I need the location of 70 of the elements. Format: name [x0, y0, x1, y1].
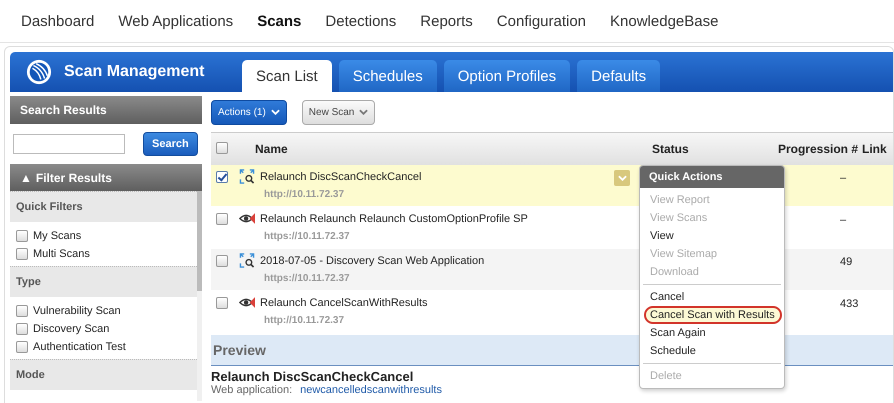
target-url: http://10.11.72.37	[263, 189, 346, 200]
filter-label: My Scans	[33, 230, 82, 242]
sidebar-header: Search Results	[10, 96, 202, 124]
checkbox[interactable]	[16, 248, 28, 260]
nav-link[interactable]: Web Applications	[118, 12, 234, 30]
nav-link[interactable]: Dashboard	[21, 12, 94, 30]
checkbox[interactable]	[216, 142, 228, 154]
menu-item[interactable]: Schedule	[643, 342, 781, 360]
search-field[interactable]	[13, 134, 125, 154]
column-header[interactable]: Status	[652, 142, 689, 156]
filter-section-header: Mode	[10, 359, 197, 390]
checkbox[interactable]	[216, 171, 228, 183]
row-menu-button[interactable]	[614, 170, 630, 186]
web-application-link[interactable]: newcancelledscanwithresults	[300, 384, 442, 396]
scan-name[interactable]: Relaunch DiscScanCheckCancel	[260, 170, 422, 182]
scan-name[interactable]: Relaunch Relaunch Relaunch CustomOptionProfile SP	[260, 212, 528, 224]
checkbox[interactable]	[16, 323, 28, 335]
filter-section-header: Quick Filters	[10, 191, 197, 222]
menu-item[interactable]: View	[643, 227, 781, 245]
target-url: https://10.11.72.37	[263, 231, 351, 242]
tab[interactable]: Scan List	[242, 60, 332, 92]
nav-link[interactable]: KnowledgeBase	[610, 12, 718, 30]
menu-item[interactable]: Cancel Scan with Results	[644, 306, 782, 324]
filter-label: Vulnerability Scan	[33, 305, 121, 317]
checkbox[interactable]	[216, 297, 228, 309]
app-title: Scan Management	[64, 63, 206, 81]
eye-icon	[239, 295, 255, 310]
logo-icon	[26, 59, 52, 85]
magnifier-arrows-icon	[239, 253, 255, 268]
tab[interactable]: Defaults	[577, 60, 660, 92]
filter-label: Multi Scans	[33, 248, 90, 260]
preview-title: Relaunch DiscScanCheckCancel	[211, 369, 414, 384]
field-label: Web application:	[211, 384, 292, 396]
magnifier-arrows-icon	[239, 169, 255, 184]
links-count: –	[840, 214, 846, 226]
column-header[interactable]: Progression #	[778, 142, 858, 156]
caret-icon	[270, 109, 280, 115]
search-button[interactable]: Search	[143, 132, 198, 156]
links-count: –	[840, 172, 846, 184]
checkbox[interactable]	[16, 305, 28, 317]
menu-item[interactable]: Cancel	[643, 288, 781, 306]
nav-link[interactable]: Scans	[257, 12, 302, 30]
eye-icon	[239, 211, 255, 226]
filter-section-header: Type	[10, 266, 197, 297]
sidebar-header[interactable]: ▲ Filter Results	[10, 164, 202, 191]
caret-icon	[618, 175, 626, 181]
filter-label: Discovery Scan	[33, 323, 110, 335]
scan-name[interactable]: 2018-07-05 - Discovery Scan Web Application	[260, 254, 484, 266]
target-url: http://10.11.72.37	[263, 315, 346, 326]
menu-header: Quick Actions	[640, 166, 784, 188]
new-scan-button[interactable]: New Scan	[302, 100, 376, 124]
links-count: 433	[840, 298, 858, 310]
scan-name[interactable]: Relaunch CancelScanWithResults	[260, 296, 428, 308]
checkbox[interactable]	[16, 341, 28, 353]
filter-label: Authentication Test	[33, 341, 126, 353]
checkbox[interactable]	[16, 230, 28, 242]
target-url: https://10.11.72.37	[263, 273, 351, 284]
nav-link[interactable]: Reports	[420, 12, 473, 30]
checkbox[interactable]	[216, 213, 228, 225]
nav-link[interactable]: Configuration	[496, 12, 586, 30]
tab[interactable]: Schedules	[338, 60, 437, 92]
links-count: 49	[840, 256, 852, 268]
tab[interactable]: Option Profiles	[444, 60, 570, 92]
column-header[interactable]: Link	[862, 142, 887, 156]
caret-icon	[359, 109, 368, 115]
nav-link[interactable]: Detections	[325, 12, 396, 30]
checkbox[interactable]	[216, 255, 228, 267]
actions-button[interactable]: Actions (1)	[211, 100, 287, 124]
scrollbar[interactable]	[197, 191, 202, 401]
column-header[interactable]: Name	[255, 142, 650, 156]
